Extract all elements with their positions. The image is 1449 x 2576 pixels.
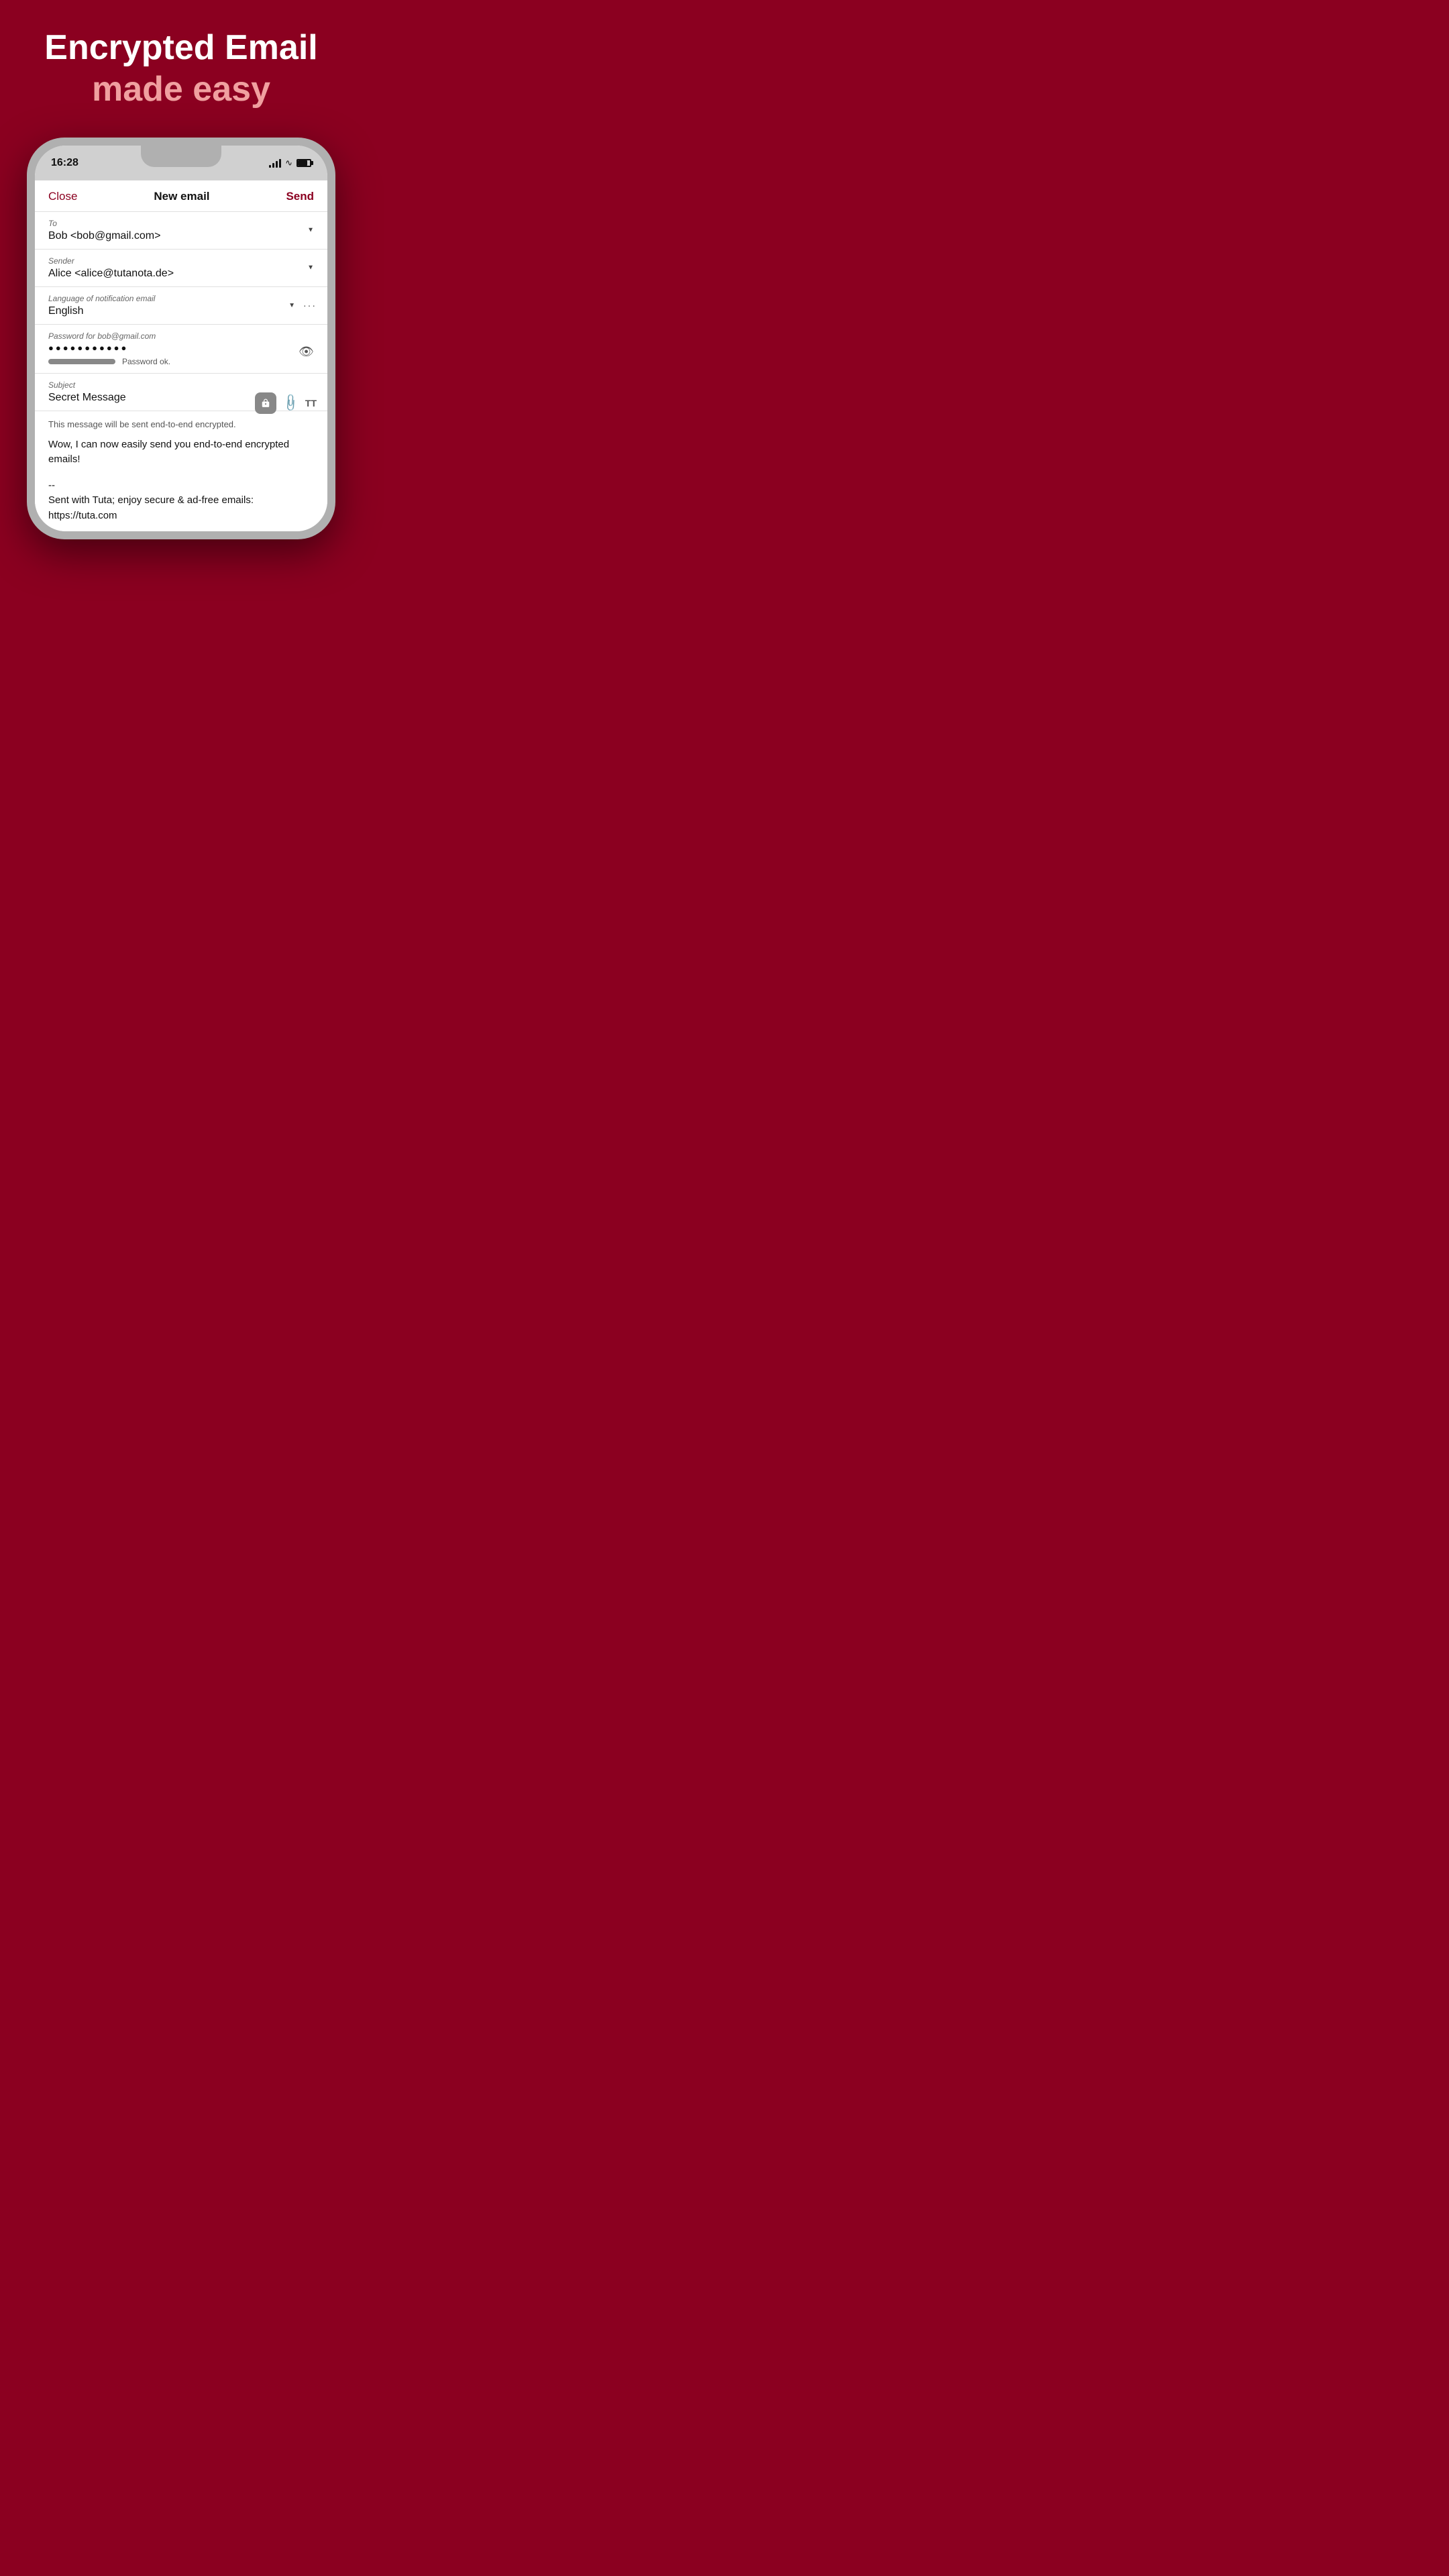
- language-value: English: [48, 305, 314, 317]
- send-button[interactable]: Send: [286, 190, 314, 203]
- to-value: Bob <bob@gmail.com>: [48, 230, 314, 242]
- phone-screen: 16:28 ∿ Clos: [35, 146, 327, 532]
- phone-mockup: 16:28 ∿ Clos: [27, 138, 335, 540]
- to-label: To: [48, 219, 314, 228]
- status-bar: 16:28 ∿: [35, 146, 327, 180]
- status-icons: ∿: [269, 158, 311, 168]
- language-label: Language of notification email: [48, 294, 314, 303]
- signature-dashes: --: [48, 478, 314, 494]
- subject-toolbar: 📎 TT: [255, 392, 317, 414]
- language-field[interactable]: Language of notification email English ▼…: [35, 287, 327, 325]
- sender-value: Alice <alice@tutanota.de>: [48, 268, 314, 280]
- close-button[interactable]: Close: [48, 190, 77, 203]
- attachment-icon[interactable]: 📎: [280, 392, 301, 413]
- encryption-notice: This message will be sent end-to-end enc…: [48, 419, 314, 429]
- subject-field[interactable]: Subject Secret Message 📎 TT: [35, 374, 327, 411]
- battery-icon: [297, 159, 311, 167]
- text-format-icon[interactable]: TT: [305, 398, 317, 409]
- signature-text: Sent with Tuta; enjoy secure & ad-free e…: [48, 493, 314, 523]
- signal-icon: [269, 158, 281, 168]
- status-time: 16:28: [51, 157, 78, 169]
- hero-title-line1: Encrypted Email: [44, 27, 317, 68]
- lock-icon: [261, 398, 270, 408]
- email-body-text: Wow, I can now easily send you end-to-en…: [48, 437, 314, 468]
- strength-bar: [48, 359, 115, 364]
- password-field[interactable]: Password for bob@gmail.com ●●●●●●●●●●● 👁…: [35, 325, 327, 374]
- sender-label: Sender: [48, 256, 314, 266]
- password-value: ●●●●●●●●●●●: [48, 343, 314, 353]
- password-visibility-icon[interactable]: 👁: [299, 345, 314, 359]
- phone-frame: 16:28 ∿ Clos: [27, 138, 335, 540]
- language-dropdown-icon[interactable]: ▼: [288, 302, 295, 309]
- to-field[interactable]: To Bob <bob@gmail.com> ▼: [35, 212, 327, 250]
- more-options-icon[interactable]: ···: [303, 300, 317, 311]
- email-signature: -- Sent with Tuta; enjoy secure & ad-fre…: [48, 478, 314, 524]
- language-actions: ▼ ···: [288, 300, 317, 311]
- password-status: Password ok.: [122, 357, 170, 366]
- subject-label: Subject: [48, 380, 314, 390]
- sender-dropdown-icon[interactable]: ▼: [307, 264, 314, 272]
- password-label: Password for bob@gmail.com: [48, 331, 314, 341]
- phone-notch: [141, 146, 221, 167]
- email-body[interactable]: This message will be sent end-to-end enc…: [35, 411, 327, 532]
- nav-title: New email: [154, 190, 209, 203]
- to-dropdown-icon[interactable]: ▼: [307, 227, 314, 234]
- email-compose: Close New email Send To Bob <bob@gmail.c…: [35, 180, 327, 532]
- password-strength-indicator: Password ok.: [48, 357, 314, 366]
- hero-section: Encrypted Email made easy: [17, 27, 344, 111]
- encrypt-button[interactable]: [255, 392, 276, 414]
- hero-title-line2: made easy: [44, 68, 317, 110]
- sender-field[interactable]: Sender Alice <alice@tutanota.de> ▼: [35, 250, 327, 287]
- nav-bar: Close New email Send: [35, 180, 327, 212]
- wifi-icon: ∿: [285, 158, 292, 168]
